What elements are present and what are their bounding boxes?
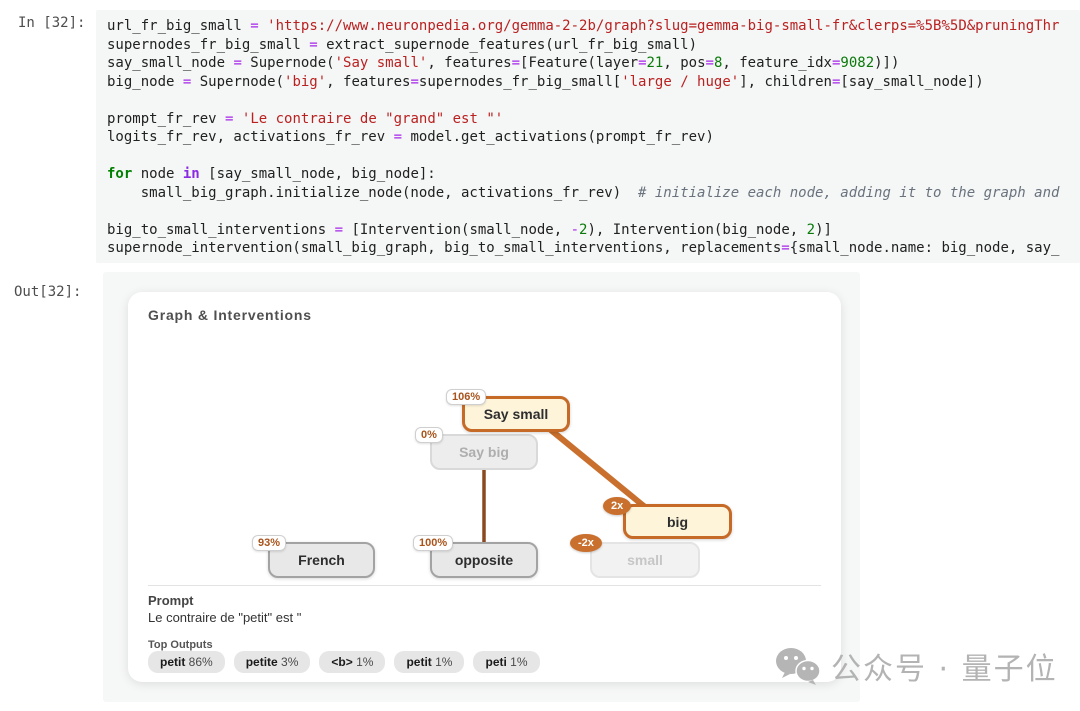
graph-interventions-card: Graph & Interventions Say small106%Say b… <box>128 292 841 682</box>
code-line <box>107 202 1080 221</box>
node-label: small <box>627 552 663 568</box>
top-output-pill[interactable]: <b> 1% <box>319 651 385 673</box>
top-output-pill[interactable]: petit 86% <box>148 651 225 673</box>
code-line: for node in [say_small_node, big_node]: <box>107 165 1080 184</box>
node-label: opposite <box>455 552 513 568</box>
code-line: url_fr_big_small = 'https://www.neuronpe… <box>107 17 1080 36</box>
code-line: logits_fr_rev, activations_fr_rev = mode… <box>107 128 1080 147</box>
top-output-pill[interactable]: peti 1% <box>473 651 539 673</box>
divider <box>148 585 821 586</box>
code-line: say_small_node = Supernode('Say small', … <box>107 54 1080 73</box>
code-line: prompt_fr_rev = 'Le contraire de "grand"… <box>107 110 1080 129</box>
prompt-section-label: Prompt <box>148 593 194 608</box>
node-badge-big: 2x <box>603 497 631 515</box>
output-token: <b> <box>331 655 352 669</box>
output-probability: 3% <box>278 655 299 669</box>
input-prompt-label: In [32]: <box>18 15 85 31</box>
code-line: supernodes_fr_big_small = extract_supern… <box>107 36 1080 55</box>
output-token: petit <box>406 655 431 669</box>
output-token: petite <box>246 655 278 669</box>
edge-say-small-to-big <box>546 426 656 516</box>
graph-node-big[interactable]: big <box>623 504 732 539</box>
code-line: big_node = Supernode('big', features=sup… <box>107 73 1080 92</box>
output-probability: 1% <box>507 655 528 669</box>
code-line: big_to_small_interventions = [Interventi… <box>107 221 1080 240</box>
watermark: 公众号 · 量子位 <box>775 644 1058 688</box>
node-label: Say small <box>484 406 549 422</box>
output-probability: 1% <box>353 655 374 669</box>
top-outputs-label: Top Outputs <box>148 639 213 651</box>
wechat-icon <box>775 647 821 685</box>
output-prompt-label: Out[32]: <box>14 284 81 300</box>
graph-node-small[interactable]: small <box>590 542 700 578</box>
node-badge-say-big: 0% <box>415 427 443 443</box>
node-badge-french: 93% <box>252 535 286 551</box>
watermark-text: 公众号 · 量子位 <box>831 644 1058 688</box>
top-output-pill[interactable]: petite 3% <box>234 651 311 673</box>
code-line <box>107 91 1080 110</box>
code-line <box>107 147 1080 166</box>
top-output-pill[interactable]: petit 1% <box>394 651 464 673</box>
node-label: Say big <box>459 444 509 460</box>
output-probability: 86% <box>185 655 212 669</box>
node-badge-say-small: 106% <box>446 389 486 405</box>
output-token: peti <box>485 655 506 669</box>
code-editor[interactable]: url_fr_big_small = 'https://www.neuronpe… <box>96 10 1080 263</box>
node-badge-small: -2x <box>570 534 602 552</box>
code-line: small_big_graph.initialize_node(node, ac… <box>107 184 1080 203</box>
code-line: supernode_intervention(small_big_graph, … <box>107 239 1080 258</box>
prompt-text: Le contraire de "petit" est " <box>148 610 301 625</box>
notebook-page: In [32]: url_fr_big_small = 'https://www… <box>0 0 1080 711</box>
node-label: French <box>298 552 345 568</box>
output-probability: 1% <box>432 655 453 669</box>
code-lines: url_fr_big_small = 'https://www.neuronpe… <box>107 17 1080 258</box>
top-outputs-list: petit 86%petite 3%<b> 1%petit 1%peti 1% <box>148 651 540 673</box>
node-badge-opposite: 100% <box>413 535 453 551</box>
node-label: big <box>667 514 688 530</box>
graph-node-say-big[interactable]: Say big <box>430 434 538 470</box>
output-token: petit <box>160 655 185 669</box>
